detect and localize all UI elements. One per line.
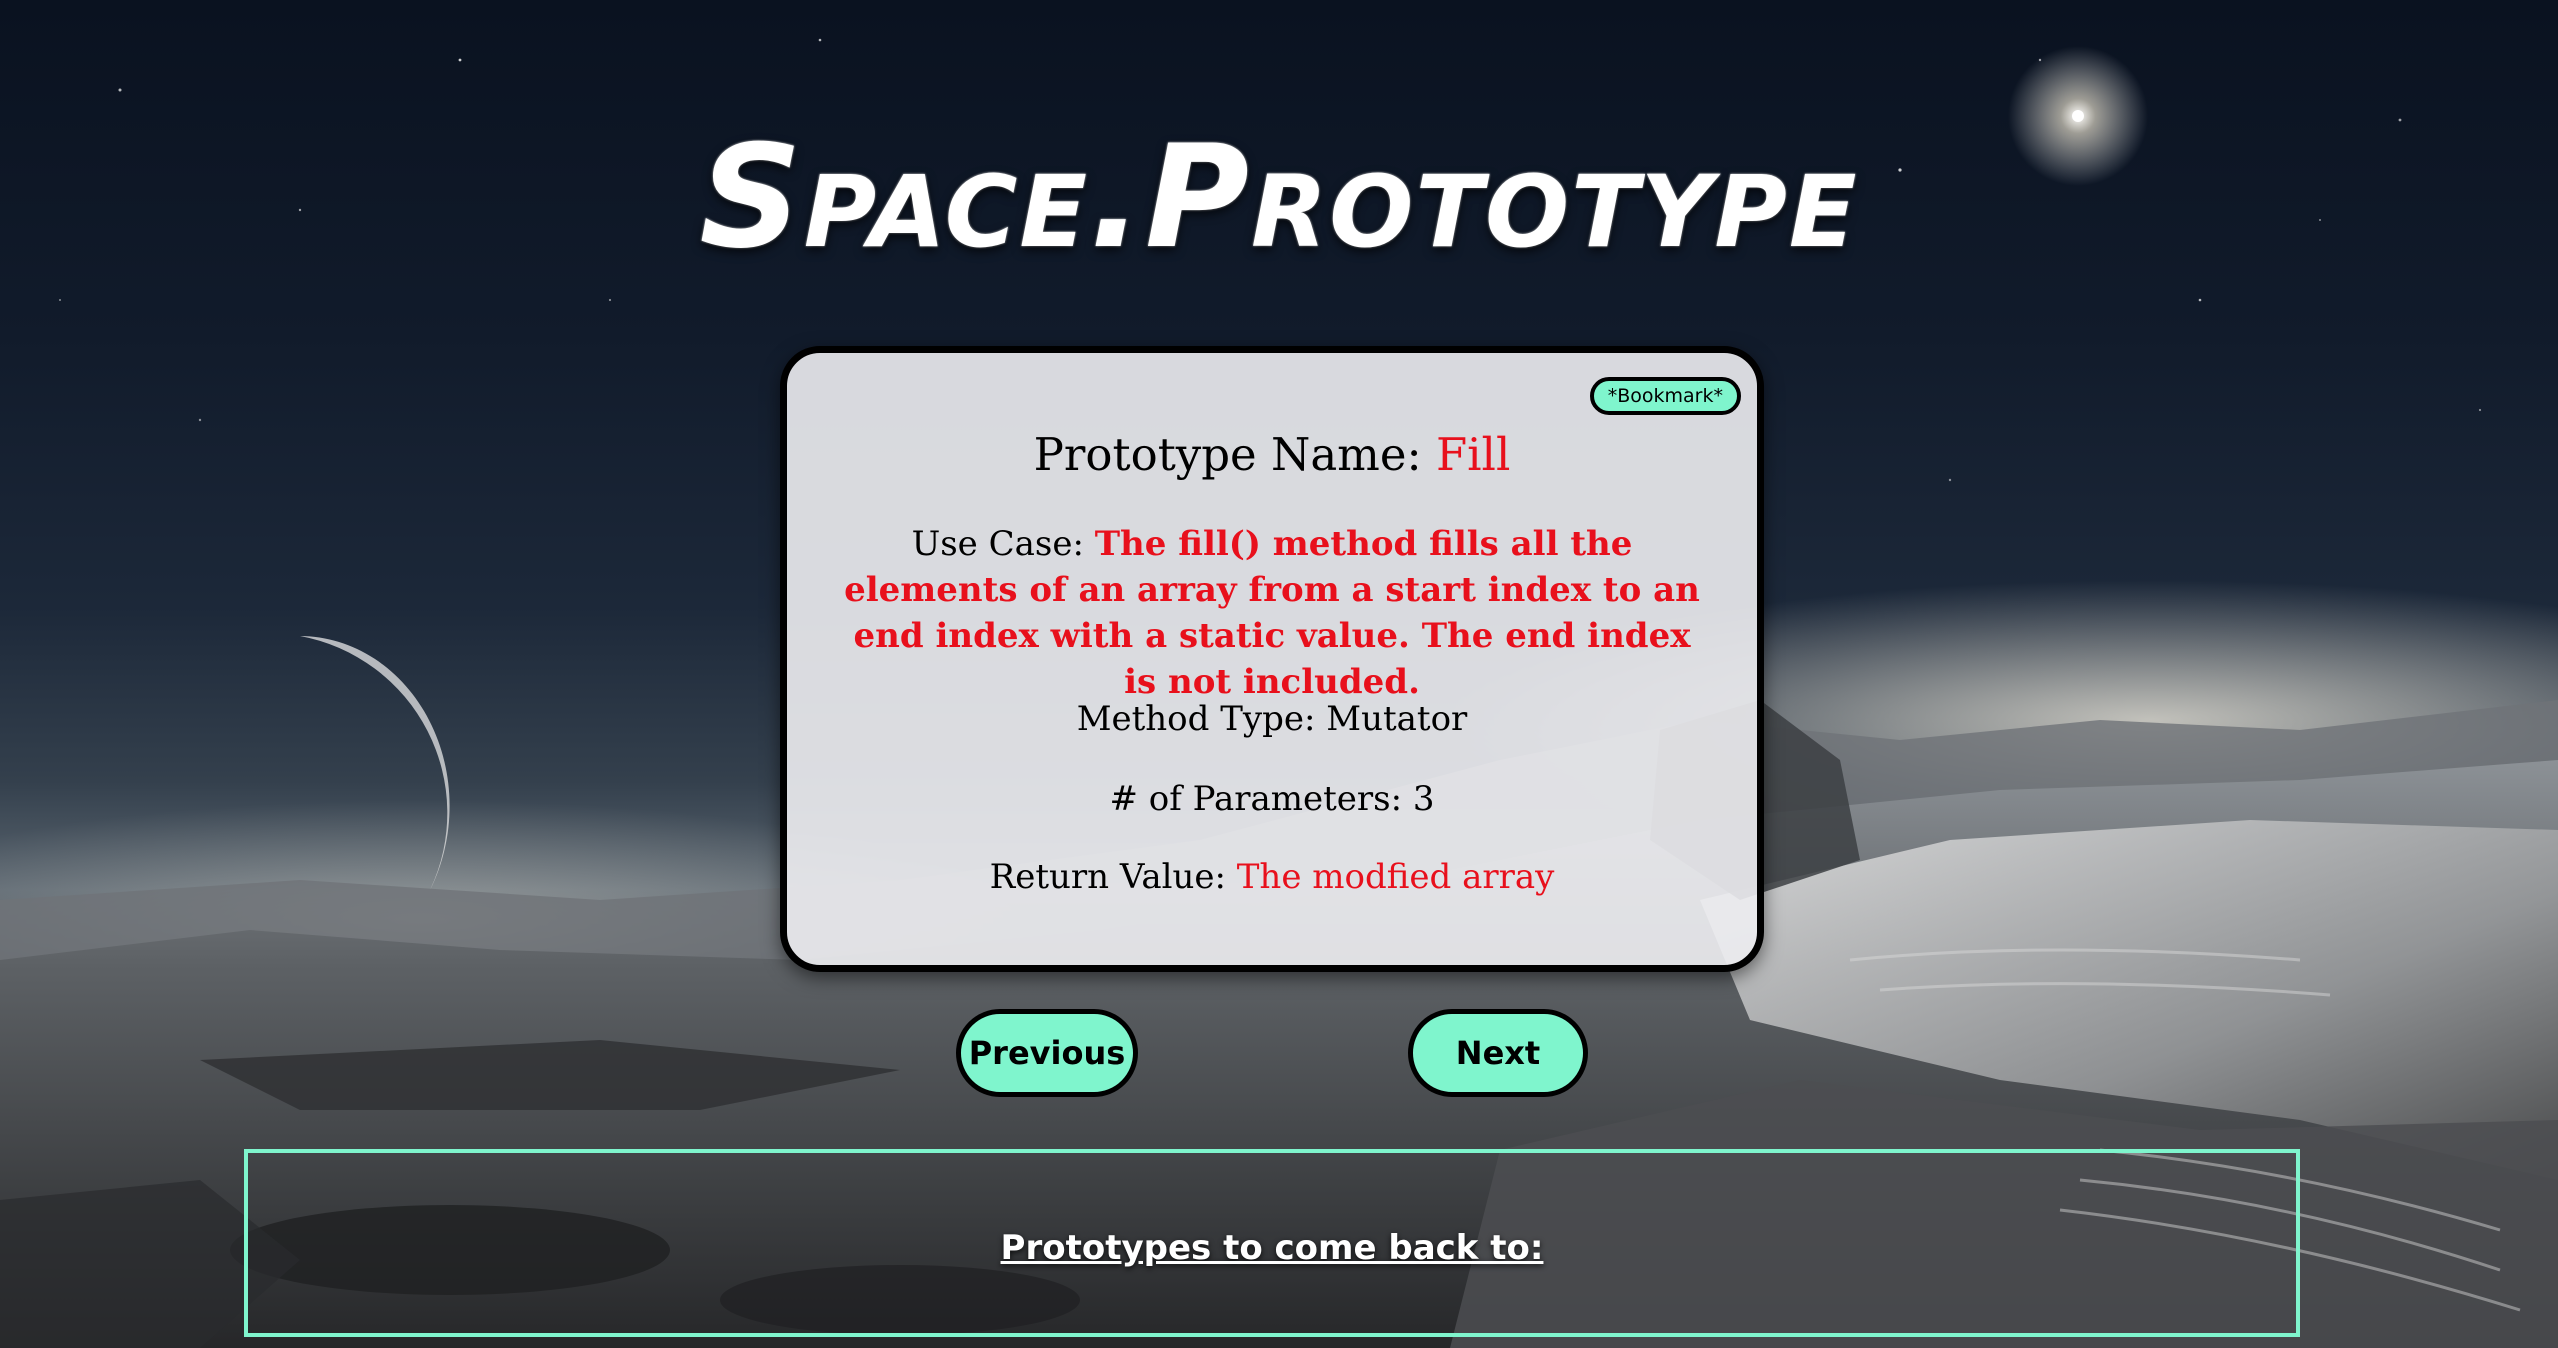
method-type: Method Type: Mutator xyxy=(787,697,1757,741)
return-value-text: The modfied array xyxy=(1236,857,1555,897)
return-value-label: Return Value: xyxy=(989,857,1226,897)
next-button[interactable]: Next xyxy=(1408,1009,1588,1097)
prototype-name: Prototype Name: Fill xyxy=(787,427,1757,483)
prototype-card: *Bookmark* Prototype Name: Fill Use Case… xyxy=(780,346,1764,972)
prototype-name-value: Fill xyxy=(1435,428,1511,481)
parameter-count-label: # of Parameters: xyxy=(1109,779,1403,819)
method-type-value: Mutator xyxy=(1326,699,1468,739)
parameter-count-value: 3 xyxy=(1412,779,1435,819)
use-case-label: Use Case: xyxy=(911,524,1084,564)
method-type-label: Method Type: xyxy=(1076,699,1316,739)
parameter-count: # of Parameters: 3 xyxy=(787,777,1757,821)
bookmark-button[interactable]: *Bookmark* xyxy=(1589,377,1741,415)
return-value: Return Value: The modfied array xyxy=(787,855,1757,899)
bookmarks-panel: Prototypes to come back to: xyxy=(244,1149,2300,1337)
bookmarks-panel-title: Prototypes to come back to: xyxy=(1000,1228,1544,1268)
page-title: Space.Prototype xyxy=(699,115,1859,280)
prototype-name-label: Prototype Name: xyxy=(1033,428,1422,481)
use-case: Use Case: The fill() method fills all th… xyxy=(837,521,1707,705)
previous-button[interactable]: Previous xyxy=(956,1009,1138,1097)
